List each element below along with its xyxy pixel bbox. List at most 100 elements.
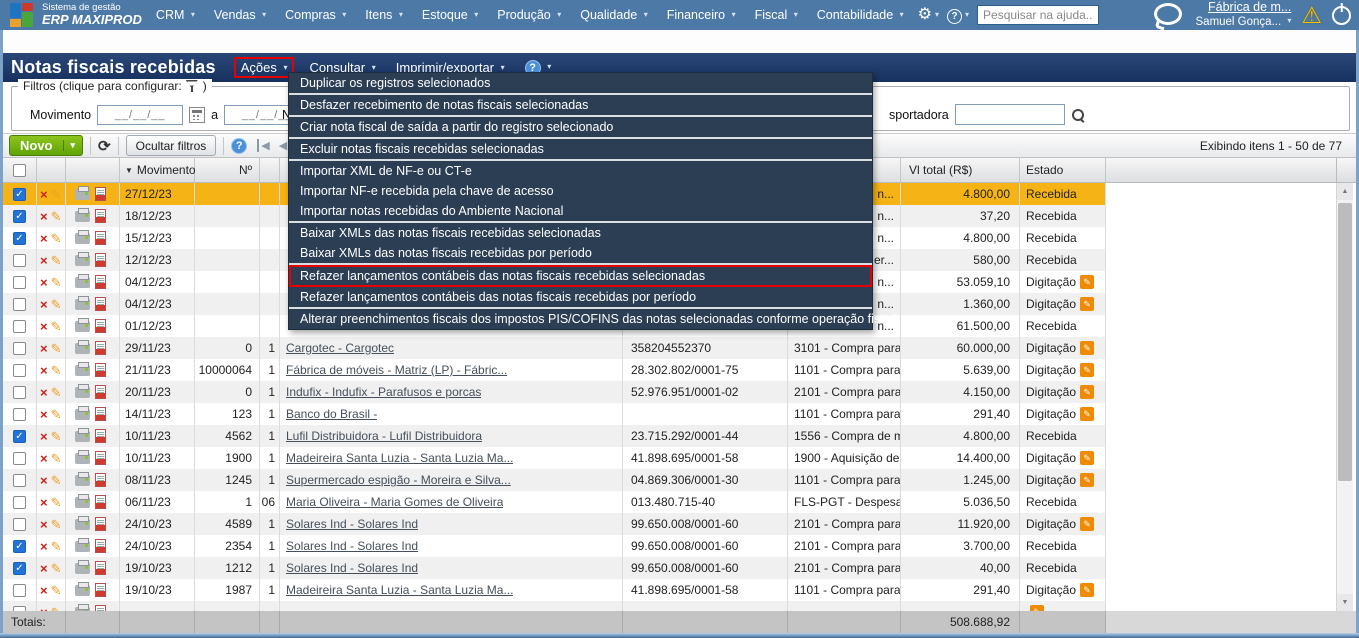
help-search-input[interactable]: [977, 5, 1100, 25]
pager-first-icon[interactable]: ◀: [257, 139, 270, 152]
nav-item-crm[interactable]: CRM ▾: [156, 8, 195, 22]
calendar-icon[interactable]: [189, 107, 206, 123]
print-icon[interactable]: [75, 405, 90, 420]
vertical-scrollbar[interactable]: ▲ ▼: [1336, 158, 1353, 611]
row-checkbox[interactable]: ✓: [13, 209, 26, 223]
menu-item[interactable]: Baixar XMLs das notas fiscais recebidas …: [289, 243, 872, 263]
print-icon[interactable]: [75, 493, 90, 508]
edit-row-icon[interactable]: ✎: [51, 210, 62, 223]
print-icon[interactable]: [75, 537, 90, 552]
row-checkbox[interactable]: ✓: [13, 539, 26, 553]
delete-row-icon[interactable]: ×: [40, 254, 48, 267]
row-checkbox[interactable]: [13, 495, 26, 509]
edit-row-icon[interactable]: ✎: [51, 320, 62, 333]
table-row[interactable]: × ✎ 21/11/23 10000064 1 Fábrica de móvei…: [3, 359, 1106, 381]
menu-item[interactable]: Refazer lançamentos contábeis das notas …: [289, 265, 872, 287]
nav-item-financeiro[interactable]: Financeiro ▾: [667, 8, 736, 22]
warning-icon[interactable]: ⚠: [1301, 3, 1322, 27]
header-vl-total[interactable]: Vl total (R$): [901, 158, 1020, 182]
table-row[interactable]: × ✎ 08/11/23 1245 1 Supermercado espigão…: [3, 469, 1106, 491]
menu-item[interactable]: Excluir notas fiscais recebidas selecion…: [289, 139, 872, 159]
danfe-pdf-icon[interactable]: [95, 209, 106, 223]
delete-row-icon[interactable]: ×: [40, 342, 48, 355]
delete-row-icon[interactable]: ×: [40, 386, 48, 399]
delete-row-icon[interactable]: ×: [40, 562, 48, 575]
row-checkbox[interactable]: ✓: [13, 429, 26, 443]
edit-row-icon[interactable]: ✎: [51, 298, 62, 311]
danfe-pdf-icon[interactable]: [95, 363, 106, 377]
edit-row-icon[interactable]: ✎: [51, 474, 62, 487]
danfe-pdf-icon[interactable]: [95, 187, 106, 201]
pessoa-link[interactable]: Maria Oliveira - Maria Gomes de Oliveira: [286, 495, 503, 509]
danfe-pdf-icon[interactable]: [95, 385, 106, 399]
pessoa-link[interactable]: Madeireira Santa Luzia - Santa Luzia Ma.…: [286, 583, 513, 597]
danfe-pdf-icon[interactable]: [95, 473, 106, 487]
row-checkbox[interactable]: [13, 385, 26, 399]
danfe-pdf-icon[interactable]: [95, 407, 106, 421]
row-checkbox[interactable]: [13, 341, 26, 355]
danfe-pdf-icon[interactable]: [95, 341, 106, 355]
table-row[interactable]: × ✎ 20/11/23 0 1 Indufix - Indufix - Par…: [3, 381, 1106, 403]
menu-item[interactable]: Criar nota fiscal de saída a partir do r…: [289, 117, 872, 137]
nav-item-vendas[interactable]: Vendas ▾: [214, 8, 266, 22]
user-menu[interactable]: Samuel Gonça... ▾: [1196, 14, 1292, 29]
estado-edit-icon[interactable]: ✎: [1080, 517, 1095, 531]
refresh-icon[interactable]: ⟳: [98, 137, 111, 155]
scroll-down-icon[interactable]: ▼: [1337, 594, 1353, 611]
menu-item[interactable]: Importar notas recebidas do Ambiente Nac…: [289, 201, 872, 221]
scroll-up-icon[interactable]: ▲: [1337, 183, 1353, 200]
print-icon[interactable]: [75, 207, 90, 222]
edit-row-icon[interactable]: ✎: [51, 254, 62, 267]
edit-row-icon[interactable]: ✎: [51, 364, 62, 377]
table-row[interactable]: × ✎ 29/11/23 0 1 Cargotec - Cargotec 358…: [3, 337, 1106, 359]
estado-edit-icon[interactable]: ✎: [1080, 297, 1095, 311]
chat-bubble-icon[interactable]: [1152, 2, 1186, 31]
row-checkbox[interactable]: [13, 407, 26, 421]
row-checkbox[interactable]: [13, 583, 26, 597]
estado-edit-icon[interactable]: ✎: [1080, 275, 1095, 289]
danfe-pdf-icon[interactable]: [95, 275, 106, 289]
novo-button[interactable]: Novo ▾: [9, 135, 84, 156]
table-row[interactable]: × ✎ ✎: [3, 601, 1106, 611]
edit-row-icon[interactable]: ✎: [51, 518, 62, 531]
print-icon[interactable]: [75, 185, 90, 200]
menu-item[interactable]: Duplicar os registros selecionados: [289, 73, 872, 93]
edit-row-icon[interactable]: ✎: [51, 430, 62, 443]
delete-row-icon[interactable]: ×: [40, 518, 48, 531]
table-row[interactable]: × ✎ 19/10/23 1987 1 Madeireira Santa Luz…: [3, 579, 1106, 601]
edit-row-icon[interactable]: ✎: [51, 232, 62, 245]
pessoa-link[interactable]: Solares Ind - Solares Ind: [286, 517, 418, 531]
toolbar-help-icon[interactable]: ?: [231, 137, 248, 154]
header-estado[interactable]: Estado: [1020, 158, 1106, 182]
menu-item[interactable]: Importar NF-e recebida pela chave de ace…: [289, 181, 872, 201]
delete-row-icon[interactable]: ×: [40, 452, 48, 465]
danfe-pdf-icon[interactable]: [95, 583, 106, 597]
print-icon[interactable]: [75, 383, 90, 398]
delete-row-icon[interactable]: ×: [40, 584, 48, 597]
danfe-pdf-icon[interactable]: [95, 561, 106, 575]
table-row[interactable]: × ✎ 24/10/23 4589 1 Solares Ind - Solare…: [3, 513, 1106, 535]
nav-item-fiscal[interactable]: Fiscal ▾: [755, 8, 798, 22]
estado-edit-icon[interactable]: ✎: [1080, 341, 1095, 355]
danfe-pdf-icon[interactable]: [95, 319, 106, 333]
estado-edit-icon[interactable]: ✎: [1080, 363, 1095, 377]
nav-item-compras[interactable]: Compras ▾: [285, 8, 346, 22]
delete-row-icon[interactable]: ×: [40, 496, 48, 509]
print-icon[interactable]: [75, 361, 90, 376]
menu-item[interactable]: Alterar preenchimentos fiscais dos impos…: [289, 309, 896, 329]
pager-prev-icon[interactable]: ◀: [279, 139, 287, 152]
estado-edit-icon[interactable]: ✎: [1080, 385, 1095, 399]
nav-item-itens[interactable]: Itens ▾: [365, 8, 403, 22]
menu-item[interactable]: Refazer lançamentos contábeis das notas …: [289, 287, 872, 307]
menu-item[interactable]: Importar XML de NF-e ou CT-e: [289, 161, 872, 181]
print-icon[interactable]: [75, 295, 90, 310]
company-link[interactable]: Fábrica de m...: [1196, 1, 1291, 14]
estado-edit-icon[interactable]: ✎: [1080, 451, 1095, 465]
estado-edit-icon[interactable]: ✎: [1080, 583, 1095, 597]
acoes-menu-button[interactable]: Ações ▾: [233, 57, 295, 78]
edit-row-icon[interactable]: ✎: [51, 408, 62, 421]
danfe-pdf-icon[interactable]: [95, 231, 106, 245]
table-row[interactable]: × ✎ 14/11/23 123 1 Banco do Brasil - 110…: [3, 403, 1106, 425]
scrollbar-thumb[interactable]: [1338, 203, 1352, 481]
edit-row-icon[interactable]: ✎: [51, 562, 62, 575]
